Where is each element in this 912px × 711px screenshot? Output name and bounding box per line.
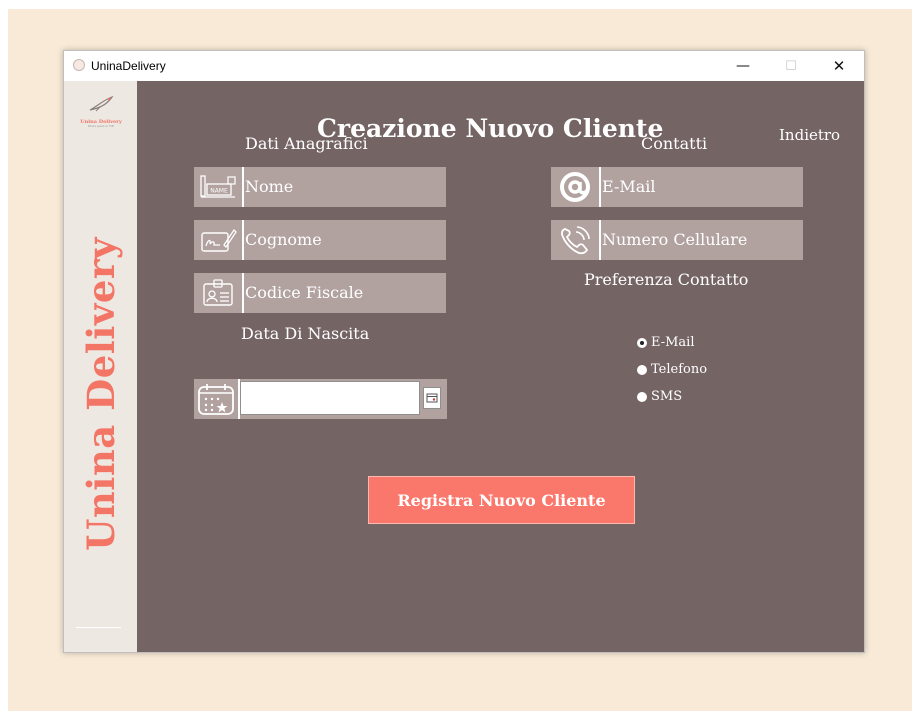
at-icon [551,167,599,207]
tax-code-label: Codice Fiscale [245,283,364,302]
contacts-section-title: Contatti [641,134,708,153]
maximize-button[interactable]: ☐ [768,51,814,81]
minimize-button[interactable]: — [720,51,766,81]
calendar-icon [194,379,238,419]
title-bar: UninaDelivery — ☐ ✕ [64,51,864,81]
surname-field[interactable]: Cognome [194,220,446,260]
register-client-button[interactable]: Registra Nuovo Cliente [368,476,635,524]
birthdate-field [194,379,447,419]
sidebar-divider [76,627,121,628]
radio-selected-indicator [637,337,647,348]
client-area: Unina Delivery Where speed on TOP Unina … [64,81,864,652]
field-separator [599,220,601,260]
back-link[interactable]: Indietro [779,126,840,144]
surname-label: Cognome [245,230,322,249]
contact-preference-title: Preferenza Contatto [584,270,749,289]
name-label: Nome [245,177,294,196]
radio-sms-label: SMS [651,389,683,404]
logo-subtext: Where speed on TOP [87,125,115,128]
signature-icon [194,220,242,260]
radio-indicator [637,391,647,402]
phone-icon [551,220,599,260]
sidebar: Unina Delivery Where speed on TOP Unina … [64,81,137,652]
radio-email-label: E-Mail [651,335,695,350]
rocket-icon [89,95,114,112]
radio-phone-label: Telefono [651,362,708,377]
phone-label: Numero Cellulare [602,230,748,249]
close-button[interactable]: ✕ [816,51,862,81]
birthdate-title: Data Di Nascita [241,324,370,343]
field-separator [599,167,601,207]
email-field[interactable]: E-Mail [551,167,803,207]
radio-indicator [637,364,647,375]
app-icon [73,59,85,71]
name-tag-icon: NAME [194,167,242,207]
brand-vertical-text: Unina Delivery [79,237,123,551]
id-card-icon [194,273,242,313]
birthdate-input[interactable] [240,381,420,415]
date-picker-icon [426,393,438,403]
field-separator [242,220,244,260]
app-window: UninaDelivery — ☐ ✕ Unina Delivery Where… [63,50,865,653]
radio-email[interactable]: E-Mail [637,335,695,350]
radio-sms[interactable]: SMS [637,389,682,404]
page-title: Creazione Nuovo Cliente [317,114,664,143]
field-separator [242,273,244,313]
radio-phone[interactable]: Telefono [637,362,707,377]
window-title: UninaDelivery [91,59,166,73]
svg-text:NAME: NAME [210,188,228,195]
tax-code-field[interactable]: Codice Fiscale [194,273,446,313]
date-picker-button[interactable] [423,387,441,409]
field-separator [242,167,244,207]
logo: Unina Delivery Where speed on TOP [78,95,124,129]
personal-section-title: Dati Anagrafici [245,134,368,153]
phone-field[interactable]: Numero Cellulare [551,220,803,260]
email-label: E-Mail [602,177,656,196]
name-field[interactable]: NAME Nome [194,167,446,207]
